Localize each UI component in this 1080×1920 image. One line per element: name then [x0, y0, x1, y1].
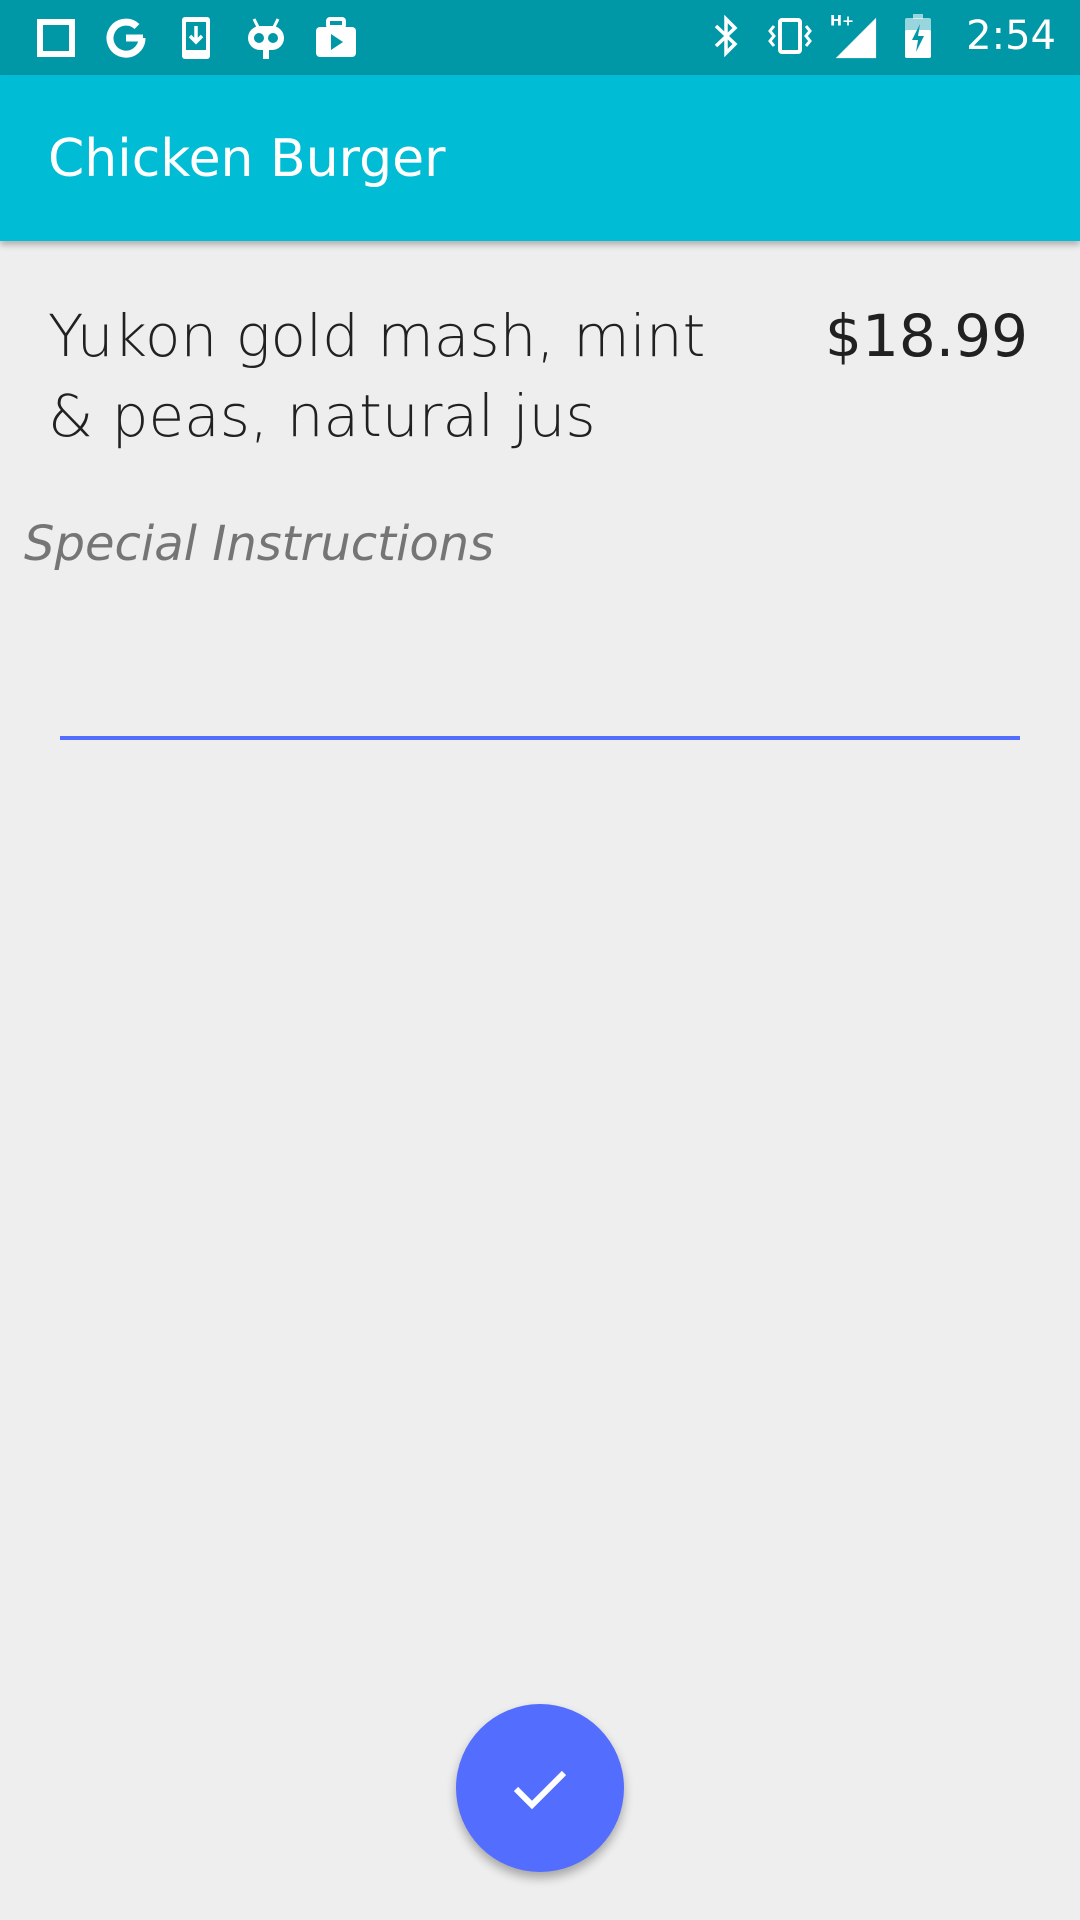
status-bar: H+ 2:54 — [0, 0, 1080, 75]
special-instructions-input[interactable] — [60, 610, 1020, 740]
bluetooth-icon — [702, 10, 750, 62]
page-title: Chicken Burger — [48, 129, 446, 189]
check-icon — [513, 1770, 567, 1810]
app-bar: Chicken Burger — [0, 75, 1080, 241]
item-description: Yukon gold mash, mint & peas, natural ju… — [48, 302, 706, 450]
vibrate-icon — [766, 10, 814, 62]
briefcase-play-icon — [312, 12, 360, 64]
special-instructions-label: Special Instructions — [24, 516, 495, 572]
system-icons: H+ 2:54 — [702, 10, 1056, 62]
android-robot-icon — [242, 12, 290, 64]
notification-icons — [32, 12, 360, 64]
network-type-label: H+ — [830, 13, 854, 29]
status-time: 2:54 — [966, 13, 1056, 59]
confirm-button[interactable] — [456, 1704, 624, 1872]
item-price: $18.99 — [825, 302, 1028, 370]
hplus-signal-icon: H+ — [830, 10, 878, 62]
screen: H+ 2:54 Chicken Burger Yukon gold mash, … — [0, 0, 1080, 1920]
battery-charging-icon — [894, 10, 942, 62]
download-phone-icon — [172, 12, 220, 64]
square-notification-icon — [32, 12, 80, 64]
google-icon — [102, 12, 150, 64]
